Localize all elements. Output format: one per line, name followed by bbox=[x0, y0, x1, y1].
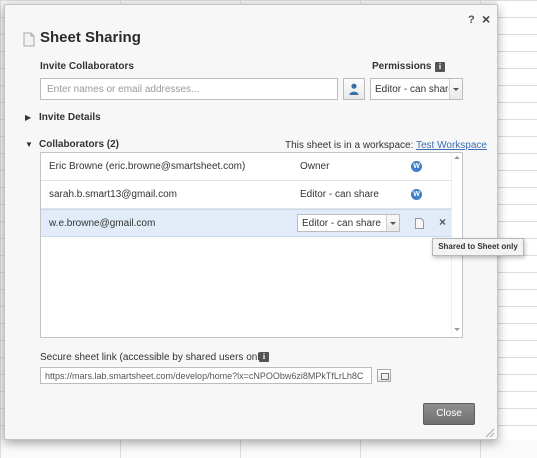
chevron-down-icon bbox=[386, 215, 399, 231]
permissions-select[interactable]: Editor - can share bbox=[370, 78, 463, 100]
dialog-title: Sheet Sharing bbox=[40, 29, 141, 46]
invite-details-toggle[interactable]: ▶ Invite Details bbox=[25, 112, 101, 123]
workspace-badge-icon: W bbox=[411, 161, 422, 172]
collaborator-permission: Owner bbox=[300, 161, 330, 172]
workspace-link[interactable]: Test Workspace bbox=[416, 140, 487, 151]
workspace-text: This sheet is in a workspace: bbox=[285, 140, 414, 151]
contacts-button[interactable] bbox=[343, 78, 365, 100]
scroll-down-arrow-icon[interactable] bbox=[454, 328, 460, 331]
expand-arrow-icon: ▶ bbox=[25, 113, 32, 122]
collaborator-name: Eric Browne (eric.browne@smartsheet.com) bbox=[49, 161, 246, 172]
resize-grip-icon[interactable] bbox=[483, 426, 495, 438]
collaborator-name: sarah.b.smart13@gmail.com bbox=[49, 189, 177, 200]
invite-details-label: Invite Details bbox=[39, 112, 101, 123]
close-button[interactable]: Close bbox=[423, 403, 475, 425]
invite-collaborators-label: Invite Collaborators bbox=[40, 61, 134, 72]
collaborator-permission-value: Editor - can share bbox=[302, 217, 381, 229]
remove-collaborator-icon[interactable]: × bbox=[439, 215, 446, 229]
permissions-select-value: Editor - can share bbox=[375, 83, 449, 95]
workspace-info: This sheet is in a workspace: Test Works… bbox=[285, 140, 487, 151]
copy-link-button[interactable] bbox=[377, 369, 391, 382]
collaborator-row[interactable]: sarah.b.smart13@gmail.com Editor - can s… bbox=[41, 181, 451, 209]
sheet-document-icon bbox=[415, 218, 424, 229]
secure-link-info-icon[interactable]: i bbox=[259, 352, 269, 362]
collaborator-row[interactable]: Eric Browne (eric.browne@smartsheet.com)… bbox=[41, 153, 451, 181]
person-contacts-icon bbox=[349, 83, 359, 95]
collaborator-name: w.e.browne@gmail.com bbox=[49, 218, 156, 229]
secure-link-field[interactable] bbox=[40, 367, 372, 384]
spreadsheet-grid-background bbox=[497, 0, 537, 458]
workspace-badge-icon: W bbox=[411, 189, 422, 200]
permissions-info-icon[interactable]: i bbox=[435, 62, 445, 72]
chevron-down-icon bbox=[449, 79, 462, 99]
collaborator-permission: Editor - can share bbox=[300, 189, 379, 200]
secure-link-label: Secure sheet link (accessible by shared … bbox=[40, 352, 268, 363]
shared-to-sheet-tooltip: Shared to Sheet only bbox=[432, 238, 524, 256]
collapse-arrow-icon: ▼ bbox=[25, 140, 33, 149]
help-button[interactable]: ? bbox=[468, 14, 475, 26]
close-icon[interactable]: × bbox=[482, 12, 490, 26]
collaborators-label: Collaborators (2) bbox=[39, 139, 120, 150]
scroll-up-arrow-icon[interactable] bbox=[454, 156, 460, 159]
collaborator-row-selected[interactable]: w.e.browne@gmail.com Editor - can share … bbox=[41, 209, 451, 237]
invite-collaborators-input[interactable] bbox=[40, 78, 338, 100]
spreadsheet-grid-footer bbox=[0, 440, 537, 458]
permissions-label: Permissions bbox=[372, 61, 432, 72]
collaborator-permission-select[interactable]: Editor - can share bbox=[297, 214, 400, 232]
sheet-document-icon bbox=[23, 32, 35, 47]
collaborators-toggle[interactable]: ▼ Collaborators (2) bbox=[25, 139, 119, 150]
sheet-sharing-dialog: ? × Sheet Sharing Invite Collaborators P… bbox=[4, 4, 498, 440]
collaborators-list: Eric Browne (eric.browne@smartsheet.com)… bbox=[40, 152, 463, 338]
